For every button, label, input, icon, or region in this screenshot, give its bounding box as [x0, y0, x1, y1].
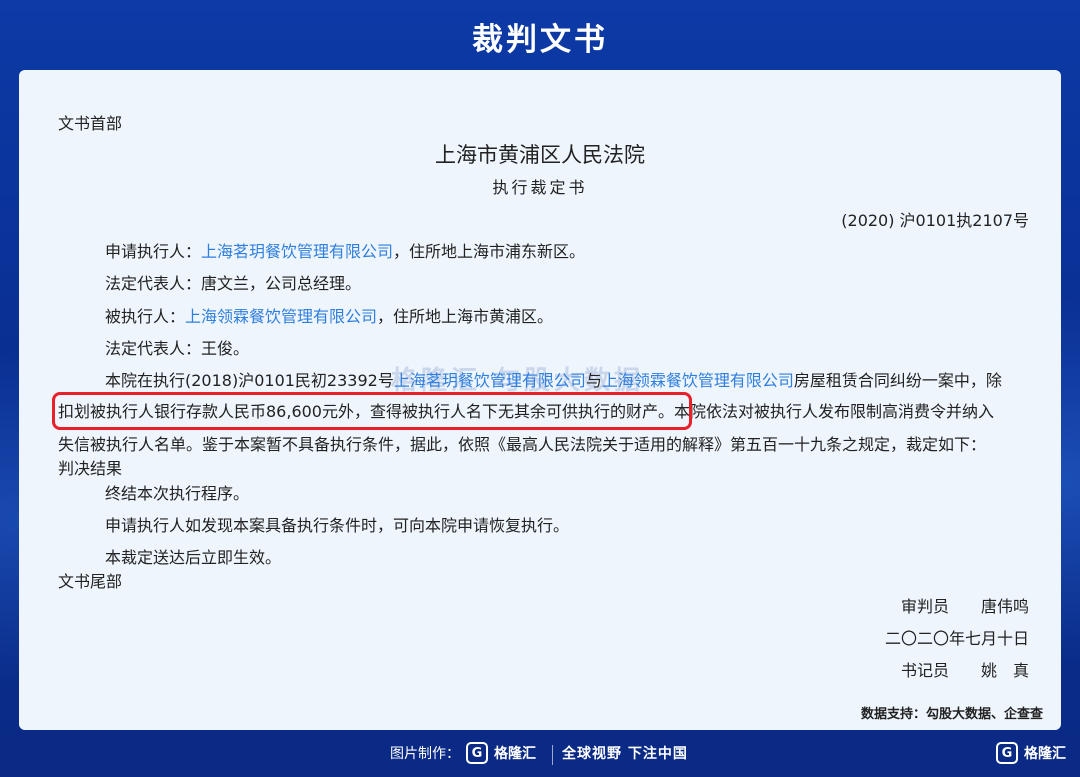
body-respondent-link[interactable]: 上海领霖餐饮管理有限公司: [602, 371, 794, 390]
applicant-company-link[interactable]: 上海茗玥餐饮管理有限公司: [201, 242, 393, 261]
red-highlight-box: [52, 392, 692, 430]
brand-logo-icon: G: [466, 742, 488, 764]
header-label: 文书首部: [58, 114, 123, 133]
ruling-date: 二〇二〇年七月十日: [884, 629, 1029, 648]
document-type: 执行裁定书: [492, 178, 588, 197]
applicant-representative: 法定代表人：唐文兰，公司总经理。: [105, 274, 362, 293]
footer-label: 文书尾部: [58, 572, 123, 591]
slogan: 全球视野 下注中国: [562, 746, 688, 762]
brand-name: 格隆汇: [494, 746, 536, 762]
body-paragraph-line-3: 失信被执行人名单。鉴于本案暂不具备执行条件，据此，依照《最高人民法院关于适用的解…: [58, 435, 987, 454]
judge-signature: 审判员 唐伟鸣: [900, 597, 1029, 616]
ruling-item-3: 本裁定送达后立即生效。: [105, 548, 282, 567]
applicant-line: 申请执行人：上海茗玥餐饮管理有限公司，住所地上海市浦东新区。: [105, 242, 586, 261]
data-source-note: 数据支持：勾股大数据、企查查: [860, 707, 1043, 722]
footer-bar: 图片制作： G 格隆汇 全球视野 下注中国 G 格隆汇: [0, 733, 1080, 777]
case-number: (2020) 沪0101执2107号: [841, 211, 1029, 230]
corner-logo-icon: G: [996, 742, 1018, 764]
corner-brand-logo: G 格隆汇: [996, 742, 1066, 764]
respondent-line: 被执行人：上海领霖餐饮管理有限公司，住所地上海市黄浦区。: [105, 307, 554, 326]
ruling-item-1: 终结本次执行程序。: [105, 484, 250, 503]
respondent-company-link[interactable]: 上海领霖餐饮管理有限公司: [185, 307, 377, 326]
footer-divider: [552, 745, 553, 765]
brand-logo: G 格隆汇: [466, 742, 536, 764]
clerk-signature: 书记员 姚 真: [900, 661, 1029, 680]
page-title: 裁判文书: [472, 22, 608, 58]
court-name: 上海市黄浦区人民法院: [435, 143, 645, 167]
result-label: 判决结果: [58, 459, 123, 478]
respondent-representative: 法定代表人：王俊。: [105, 339, 250, 358]
judgment-document-card: 格隆汇 勾股大数据 文书首部 上海市黄浦区人民法院 执行裁定书 (2020) 沪…: [19, 70, 1061, 730]
body-applicant-link[interactable]: 上海茗玥餐饮管理有限公司: [394, 371, 586, 390]
body-paragraph-line-1: 本院在执行(2018)沪0101民初23392号上海茗玥餐饮管理有限公司与上海领…: [105, 371, 1002, 390]
ruling-item-2: 申请执行人如发现本案具备执行条件时，可向本院申请恢复执行。: [105, 516, 570, 535]
corner-brand-name: 格隆汇: [1024, 746, 1066, 762]
credit-label: 图片制作：: [390, 746, 460, 762]
